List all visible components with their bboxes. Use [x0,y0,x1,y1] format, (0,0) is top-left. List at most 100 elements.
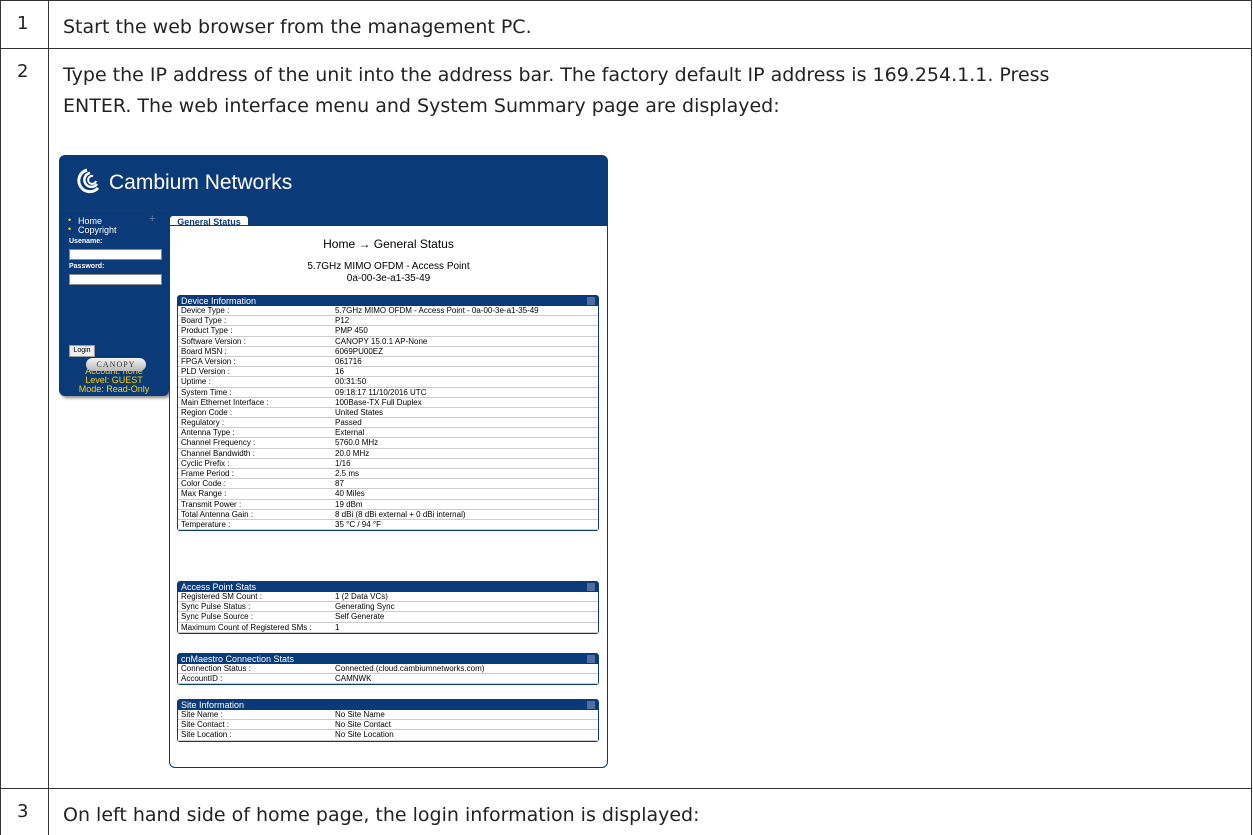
row-value: 1 [335,622,340,632]
brand-name: Cambium Networks [109,171,293,194]
collapse-icon[interactable] [587,655,595,663]
table-row: Antenna Type : External [178,428,598,439]
row-label: Temperature : [181,519,231,529]
step-text: Start the web browser from the managemen… [63,16,532,38]
panel-title: cnMaestro Connection Stats [181,654,295,664]
canopy-logo: CANOPY [86,358,146,371]
site-information-panel: Site Information Site Name : No Site Name S… [177,699,599,742]
row-label: Region Code : [181,407,233,417]
row-label: Transmit Power : [181,499,242,509]
table-row: Channel Frequency : 5760.0 MHz [178,438,598,449]
table-row: Temperature : 35 °C / 94 °F [178,519,598,531]
step-text: On left hand side of home page, the logi… [63,804,700,826]
breadcrumb: Home → General Status [323,237,454,251]
table-row: Region Code : United States [178,407,598,419]
table-row: Sync Pulse Status : Generating Sync [178,602,598,613]
table-row: Max Range : 40 Miles [178,489,598,500]
password-input[interactable] [69,274,162,285]
step-number: 1 [1,1,49,48]
table-row: Site Contact : No Site Contact [178,720,598,731]
row-label: Board Type : [181,316,227,326]
table-row: Transmit Power : 19 dBm [178,500,598,510]
table-row: Maximum Count of Registered SMs : 1 [178,623,598,633]
row-value: 5760.0 MHz [335,438,379,448]
row-label: Site Contact : [181,720,230,730]
access-point-stats-panel: Access Point Stats Registered SM Count : 1… [177,581,599,634]
collapse-icon[interactable] [587,701,595,709]
row-label: Antenna Type : [181,428,235,438]
row-label: Regulatory : [181,418,225,428]
row-value: Generating Sync [335,602,395,612]
step-text-line: ENTER. The web interface menu and System… [63,95,780,117]
row-value: No Site Name [335,710,385,719]
collapse-icon[interactable] [587,297,595,305]
table-row: Sync Pulse Source : Self Generate [178,612,598,623]
table-row: Uptime : 00:31:50 [178,377,598,388]
table-row: PLD Version : 16 [178,367,598,378]
table-row: Channel Bandwidth : 20.0 MHz [178,449,598,459]
row-value: United States [335,407,384,417]
row-label: FPGA Version : [181,356,236,366]
panel-header: cnMaestro Connection Stats [178,654,598,664]
row-label: Main Ethernet Interface : [181,397,269,407]
table-row: FPGA Version : 061716 [178,356,598,368]
table-row: Frame Period : 2.5 ms [178,469,598,480]
row-label: Max Range : [181,489,227,499]
row-value: No Site Contact [335,720,392,730]
nav-copyright-link[interactable]: Copyright [78,225,117,235]
device-information-panel: Device Information Device Type : 5.7GHz MI… [177,295,599,532]
row-value: Passed [335,418,362,428]
step-text: Type the IP address of the unit into the… [63,60,1239,122]
row-value: 2.5 ms [335,469,360,478]
table-row: Product Type : PMP 450 [178,326,598,337]
table-row: Main Ethernet Interface : 100Base-TX Full… [178,398,598,408]
table-row: AccountID : CAMNWK [178,674,598,685]
password-label: Password: [69,263,105,270]
table-row: System Time : 09:18:17 11/10/2016 UTC [178,388,598,398]
row-value: 19 dBm [335,499,363,509]
row-value: Self Generate [335,612,385,622]
row-label: AccountID : [181,674,223,684]
row-value: 09:18:17 11/10/2016 UTC [335,387,427,397]
step-text-line: Type the IP address of the unit into the… [63,64,1050,86]
nav-bullet-icon: • [68,224,72,234]
step-row-1: 1 Start the web browser from the managem… [0,0,1252,49]
row-value: 35 °C / 94 °F [335,519,381,529]
row-label: Sync Pulse Status : [181,602,251,612]
plus-icon[interactable]: + [149,213,155,225]
username-input[interactable] [69,249,162,260]
table-row: Registered SM Count : 1 (2 Data VCs) [178,592,598,603]
row-label: Software Version : [181,336,246,346]
collapse-icon[interactable] [587,583,595,591]
row-value: 16 [335,367,344,377]
row-value: 20.0 MHz [335,448,370,458]
table-row: Software Version : CANOPY 15.0.1 AP-None [178,337,598,347]
row-label: Connection Status : [181,664,251,673]
table-row: Site Location : No Site Location [178,730,598,741]
row-label: Cyclic Prefix : [181,458,230,468]
row-label: Total Antenna Gain : [181,509,254,519]
row-label: Registered SM Count : [181,592,262,601]
table-row: Board Type : P12 [178,316,598,327]
table-row: Color Code : 87 [178,479,598,490]
table-row: Total Antenna Gain : 8 dBi (8 dBi externa… [178,510,598,520]
table-row: Board MSN : 6069PU00EZ [178,347,598,357]
row-label: Board MSN : [181,346,227,356]
login-button[interactable]: Login [69,345,95,357]
mode-status: Mode: Read-Only [78,384,150,394]
table-row: Connection Status : Connected (cloud.camb… [178,664,598,675]
row-label: System Time : [181,387,232,397]
row-value: PMP 450 [335,326,368,336]
row-value: No Site Location [335,730,394,740]
table-row: Site Name : No Site Name [178,710,598,721]
panel-header: Device Information [178,296,598,306]
panel-title: Access Point Stats [181,582,257,592]
panel-header: Access Point Stats [178,582,598,592]
row-value: 00:31:50 [335,377,367,387]
row-label: PLD Version : [181,367,230,377]
panel-title: Site Information [181,700,245,710]
row-value: 6069PU00EZ [335,346,384,356]
username-label: Usename: [69,238,103,245]
row-value: 100Base-TX Full Duplex [335,397,422,407]
row-value: 8 dBi (8 dBi external + 0 dBi internal) [335,509,466,519]
